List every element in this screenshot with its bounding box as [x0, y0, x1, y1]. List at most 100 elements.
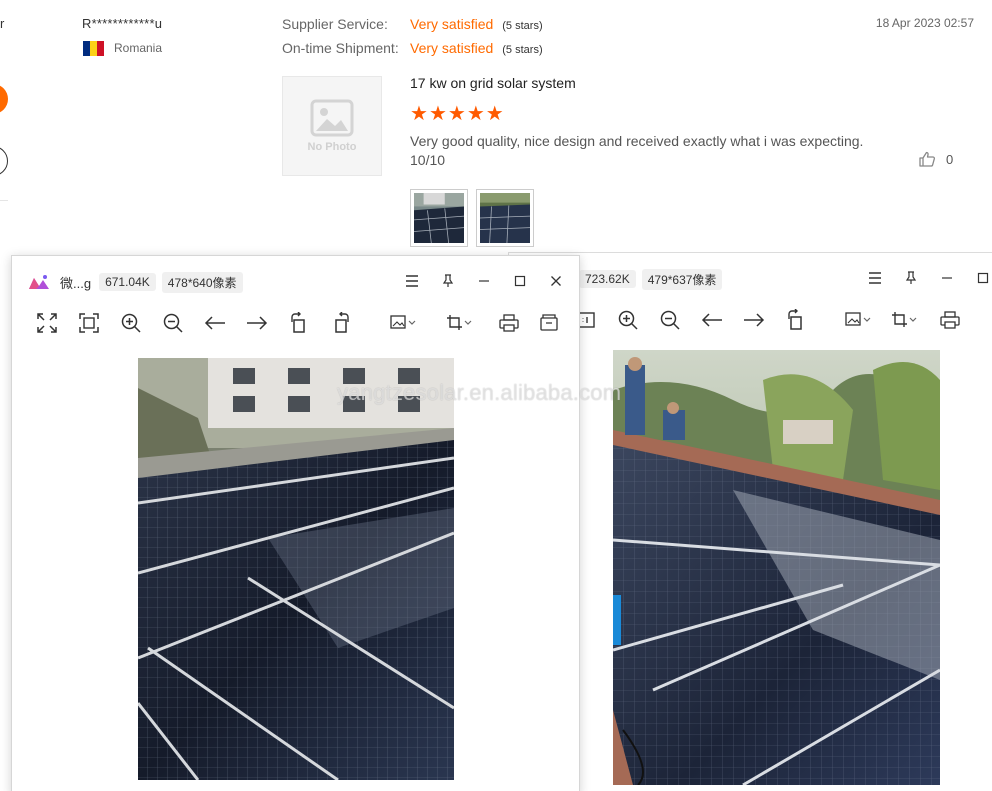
pin-icon	[442, 274, 454, 287]
maximize-button[interactable]	[965, 267, 992, 289]
image-dimensions-badge: 478*640像素	[161, 271, 243, 293]
rating-label: On-time Shipment:	[282, 40, 399, 56]
crop-button[interactable]	[891, 307, 917, 333]
rating-stars-text: (5 stars)	[502, 20, 543, 32]
rotate-left-icon	[788, 309, 802, 330]
solar-panel-thumbnail-image	[413, 193, 465, 244]
menu-button[interactable]	[394, 270, 430, 292]
fit-screen-button[interactable]	[34, 310, 60, 336]
next-image-button[interactable]	[741, 307, 767, 333]
arrow-left-icon	[701, 313, 722, 327]
zoom-in-button[interactable]	[118, 310, 144, 336]
helpful-count: 0	[946, 151, 954, 167]
save-icon	[540, 314, 558, 331]
hamburger-menu-icon	[406, 275, 418, 287]
rooftop-solar-image	[613, 350, 940, 785]
minimize-icon	[942, 277, 952, 279]
previous-image-button[interactable]	[699, 307, 725, 333]
rating-label: Supplier Service:	[282, 16, 388, 32]
close-icon	[551, 276, 561, 286]
zoom-out-button[interactable]	[657, 307, 683, 333]
pin-button[interactable]	[430, 270, 466, 292]
maximize-icon	[977, 272, 989, 284]
pin-icon	[905, 271, 917, 284]
minimize-button[interactable]	[929, 267, 965, 289]
crop-icon	[892, 312, 917, 327]
zoom-in-icon	[618, 310, 638, 330]
cut-off-outline-button[interactable]	[0, 146, 8, 176]
zoom-in-icon	[121, 313, 141, 333]
next-image-button[interactable]	[244, 310, 270, 336]
star-icon: ★	[466, 103, 485, 125]
divider	[0, 200, 8, 201]
cut-off-text: r	[0, 16, 5, 31]
reviewer-country: Romania	[114, 41, 163, 55]
maximize-icon	[514, 275, 526, 287]
review-photo-thumbnail[interactable]	[476, 189, 534, 247]
image-viewer-window-back[interactable]: 723.62K 479*637像素	[508, 252, 992, 791]
rotate-left-button[interactable]	[286, 310, 312, 336]
previous-image-button[interactable]	[202, 310, 228, 336]
product-image-placeholder[interactable]: No Photo	[282, 76, 382, 176]
zoom-out-icon	[163, 313, 183, 333]
solar-roof-photo-2	[613, 350, 940, 785]
rating-value: Very satisfied	[410, 16, 494, 32]
supplier-service-rating: Supplier Service: Very satisfied (5 star…	[282, 16, 543, 32]
print-icon	[940, 311, 960, 329]
print-icon	[499, 314, 519, 332]
save-button[interactable]	[536, 310, 562, 336]
helpful-button[interactable]: 0	[918, 150, 953, 168]
no-photo-label: No Photo	[307, 141, 357, 153]
image-placeholder-icon	[310, 99, 354, 137]
minimize-button[interactable]	[466, 270, 502, 292]
rotate-right-icon	[335, 312, 349, 333]
print-button[interactable]	[937, 307, 963, 333]
romania-flag-icon	[83, 41, 104, 56]
fit-screen-icon	[37, 313, 57, 333]
solar-roof-photo-1	[138, 358, 454, 780]
star-icon: ★	[485, 103, 504, 125]
maximize-button[interactable]	[502, 270, 538, 292]
product-title[interactable]: 17 kw on grid solar system	[410, 75, 576, 91]
arrow-right-icon	[247, 316, 268, 330]
thumbs-up-icon	[919, 151, 936, 167]
zoom-in-button[interactable]	[615, 307, 641, 333]
image-dimensions-badge: 479*637像素	[641, 268, 723, 290]
rotate-left-button[interactable]	[783, 307, 809, 333]
review-date: 18 Apr 2023 02:57	[875, 16, 974, 30]
star-icon: ★	[428, 103, 447, 125]
file-name: 微...g	[60, 275, 92, 291]
menu-button[interactable]	[857, 267, 893, 289]
star-icon: ★	[410, 103, 428, 125]
print-button[interactable]	[496, 310, 522, 336]
rooftop-solar-image	[138, 358, 454, 780]
review-text: Very good quality, nice design and recei…	[410, 133, 864, 168]
image-viewer-window-front[interactable]: 微...g 671.04K 478*640像素	[11, 255, 580, 791]
on-time-shipment-rating: On-time Shipment: Very satisfied (5 star…	[282, 40, 543, 56]
hamburger-menu-icon	[869, 272, 881, 284]
image-edit-icon	[845, 312, 871, 326]
star-rating: ★ ★ ★ ★ ★	[410, 104, 504, 124]
arrow-right-icon	[744, 313, 765, 327]
zoom-out-button[interactable]	[160, 310, 186, 336]
rating-value: Very satisfied	[410, 40, 494, 56]
image-edit-button[interactable]	[390, 310, 416, 336]
star-icon: ★	[447, 103, 466, 125]
pin-button[interactable]	[893, 267, 929, 289]
file-size-badge: 671.04K	[99, 273, 156, 291]
crop-button[interactable]	[446, 310, 472, 336]
solar-panel-thumbnail-image	[479, 193, 531, 244]
rotate-left-icon	[291, 312, 305, 333]
image-edit-icon	[390, 315, 416, 329]
image-edit-button[interactable]	[845, 307, 871, 333]
arrow-left-icon	[204, 316, 225, 330]
review-photo-thumbnail[interactable]	[410, 189, 468, 247]
close-button[interactable]	[538, 270, 574, 292]
cut-off-orange-button[interactable]	[0, 84, 8, 114]
minimize-icon	[479, 280, 489, 282]
zoom-out-icon	[660, 310, 680, 330]
actual-size-icon	[79, 313, 99, 333]
crop-icon	[447, 315, 472, 330]
rotate-right-button[interactable]	[328, 310, 354, 336]
actual-size-button[interactable]	[76, 310, 102, 336]
